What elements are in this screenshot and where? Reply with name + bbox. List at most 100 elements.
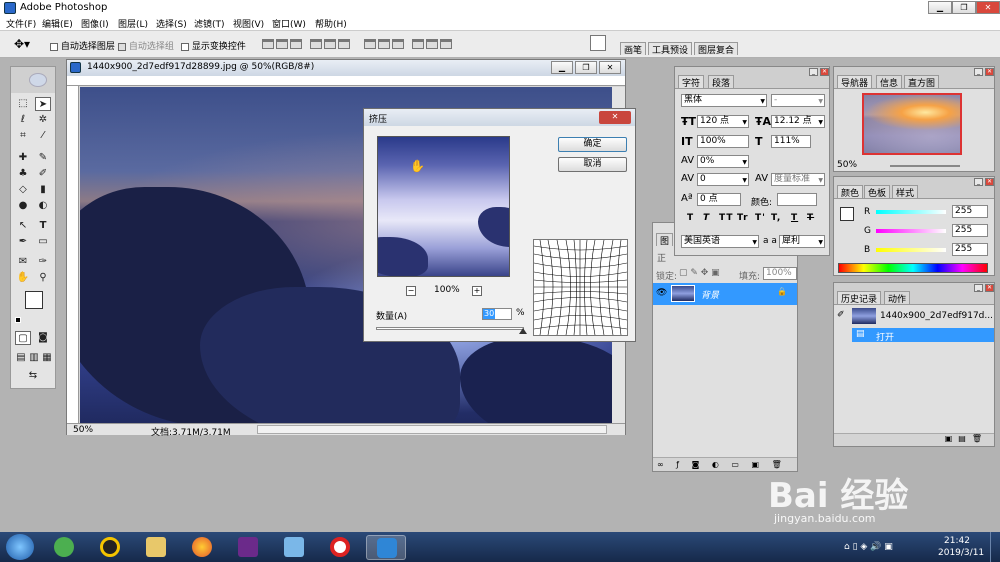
filter-preview[interactable]: ✋ — [377, 136, 510, 277]
pen-tool-icon[interactable]: ✒ — [15, 235, 31, 249]
tab-histogram[interactable]: 直方图 — [904, 75, 940, 89]
r-input[interactable]: 255 — [952, 205, 988, 218]
tracking-input[interactable]: 0% ▼ — [697, 155, 749, 168]
color-ramp[interactable] — [838, 263, 988, 273]
distribute-hcenter-icon[interactable] — [426, 39, 438, 49]
tab-actions[interactable]: 动作 — [884, 291, 911, 305]
clock-time[interactable]: 21:42 — [944, 536, 970, 546]
taskbar-app-media[interactable] — [228, 535, 268, 560]
menu-edit[interactable]: 编辑(E) — [42, 17, 73, 30]
clock-date[interactable]: 2019/3/11 — [938, 548, 984, 558]
gradient-tool-icon[interactable]: ▮ — [35, 183, 51, 197]
panel-minimize-icon[interactable]: _ — [974, 284, 983, 292]
zoom-out-button[interactable]: − — [406, 286, 416, 296]
history-step-row[interactable]: ▤ 打开 — [852, 328, 994, 343]
brush-tool-icon[interactable]: ✎ — [35, 151, 51, 165]
subscript-button[interactable]: T, — [771, 213, 781, 223]
navigator-thumbnail[interactable] — [862, 93, 962, 155]
jump-to-imageready-icon[interactable]: ⇆ — [15, 369, 51, 383]
tab-layers[interactable]: 图 — [656, 233, 674, 247]
menu-help[interactable]: 帮助(H) — [315, 17, 347, 30]
align-bottom-icon[interactable] — [290, 39, 302, 49]
b-slider[interactable] — [876, 248, 946, 252]
panel-close-icon[interactable]: ✕ — [985, 178, 994, 186]
standard-mode-icon[interactable]: ▢ — [15, 331, 31, 345]
taskbar-app-qq[interactable] — [90, 535, 130, 560]
amount-input[interactable]: 30 — [482, 308, 512, 320]
menu-filter[interactable]: 滤镜(T) — [194, 17, 225, 30]
shape-tool-icon[interactable]: ▭ — [35, 235, 51, 249]
zoom-in-button[interactable]: + — [472, 286, 482, 296]
navigator-zoom[interactable]: 50% — [837, 160, 857, 170]
align-hcenter-icon[interactable] — [324, 39, 336, 49]
file-browser-icon[interactable] — [590, 35, 606, 51]
eraser-tool-icon[interactable]: ◇ — [15, 183, 31, 197]
quick-mask-icon[interactable]: ◙ — [35, 331, 51, 345]
blur-tool-icon[interactable]: ● — [15, 199, 31, 213]
well-tab-layer-comps[interactable]: 图层复合 — [694, 42, 739, 56]
doc-close-button[interactable]: ✕ — [599, 61, 621, 74]
superscript-button[interactable]: T' — [755, 213, 766, 223]
zoom-level[interactable]: 50% — [73, 425, 93, 435]
panel-minimize-icon[interactable]: _ — [974, 178, 983, 186]
font-size-input[interactable]: 120 点 ▼ — [697, 115, 749, 128]
tab-swatches[interactable]: 色板 — [864, 185, 891, 199]
taskbar-app-explorer[interactable] — [136, 535, 176, 560]
font-family-select[interactable]: 黑体 ▼ — [681, 94, 767, 107]
show-desktop-button[interactable] — [990, 532, 1000, 562]
zoom-tool-icon[interactable]: ⚲ — [35, 271, 51, 285]
panel-close-icon[interactable]: ✕ — [985, 284, 994, 292]
taskbar-app-recorder[interactable] — [320, 535, 360, 560]
path-select-icon[interactable]: ↖ — [15, 219, 31, 233]
fill-input[interactable]: 100% — [763, 267, 797, 280]
eyedropper-icon[interactable]: ✑ — [35, 255, 51, 269]
auto-select-layer-checkbox[interactable]: 自动选择图层 — [50, 39, 115, 52]
faux-italic-button[interactable]: T — [703, 213, 710, 223]
tab-navigator[interactable]: 导航器 — [837, 75, 873, 89]
b-input[interactable]: 255 — [952, 243, 988, 256]
lock-icons[interactable]: ▢ ✎ ✥ ▣ — [679, 268, 720, 278]
menu-window[interactable]: 窗口(W) — [272, 17, 306, 30]
tab-character[interactable]: 字符 — [678, 75, 705, 89]
distribute-vcenter-icon[interactable] — [378, 39, 390, 49]
g-slider[interactable] — [876, 229, 946, 233]
align-left-icon[interactable] — [310, 39, 322, 49]
marquee-tool-icon[interactable]: ⬚ — [15, 97, 31, 111]
screen-mode-full-icon[interactable]: ▦ — [39, 351, 55, 365]
notes-tool-icon[interactable]: ✉ — [15, 255, 31, 269]
tab-styles[interactable]: 样式 — [892, 185, 919, 199]
taskbar-app-360[interactable] — [44, 535, 84, 560]
well-tab-brushes[interactable]: 画笔 — [620, 42, 647, 56]
slice-tool-icon[interactable]: ⁄ — [35, 129, 51, 143]
faux-bold-button[interactable]: T — [687, 213, 694, 223]
layer-row-background[interactable]: 👁 背景 🔒 — [653, 283, 797, 305]
r-slider[interactable] — [876, 210, 946, 214]
dialog-close-button[interactable]: ✕ — [599, 111, 631, 124]
menu-file[interactable]: 文件(F) — [6, 17, 36, 30]
eye-icon[interactable]: 👁 — [656, 288, 667, 298]
blend-mode-select[interactable]: 正 — [657, 251, 666, 264]
text-color-swatch[interactable] — [777, 193, 817, 206]
move-tool-icon[interactable]: ✥▾ — [14, 37, 30, 51]
distribute-left-icon[interactable] — [412, 39, 424, 49]
show-transform-checkbox[interactable]: 显示变换控件 — [181, 39, 246, 52]
tab-info[interactable]: 信息 — [876, 75, 903, 89]
history-brush-icon[interactable]: ✐ — [35, 167, 51, 181]
minimize-button[interactable]: ▁ — [928, 1, 952, 14]
dodge-tool-icon[interactable]: ◐ — [35, 199, 51, 213]
cancel-button[interactable]: 取消 — [558, 157, 627, 172]
stamp-tool-icon[interactable]: ♣ — [15, 167, 31, 181]
kerning-input[interactable]: 0 ▼ — [697, 173, 749, 186]
type-tool-icon[interactable]: T — [35, 219, 51, 233]
small-caps-button[interactable]: Tr — [737, 213, 749, 223]
maximize-button[interactable]: ❐ — [952, 1, 976, 14]
healing-brush-icon[interactable]: ✚ — [15, 151, 31, 165]
baseline-shift-input[interactable]: 0 点 — [697, 193, 741, 206]
ok-button[interactable]: 确定 — [558, 137, 627, 152]
panel-close-icon[interactable]: ✕ — [820, 68, 829, 76]
menu-image[interactable]: 图像(I) — [81, 17, 109, 30]
distribute-bottom-icon[interactable] — [392, 39, 404, 49]
font-style-select[interactable]: - ▼ — [771, 94, 825, 107]
lasso-tool-icon[interactable]: ℓ — [15, 113, 31, 127]
foreground-color-swatch[interactable] — [25, 291, 43, 309]
